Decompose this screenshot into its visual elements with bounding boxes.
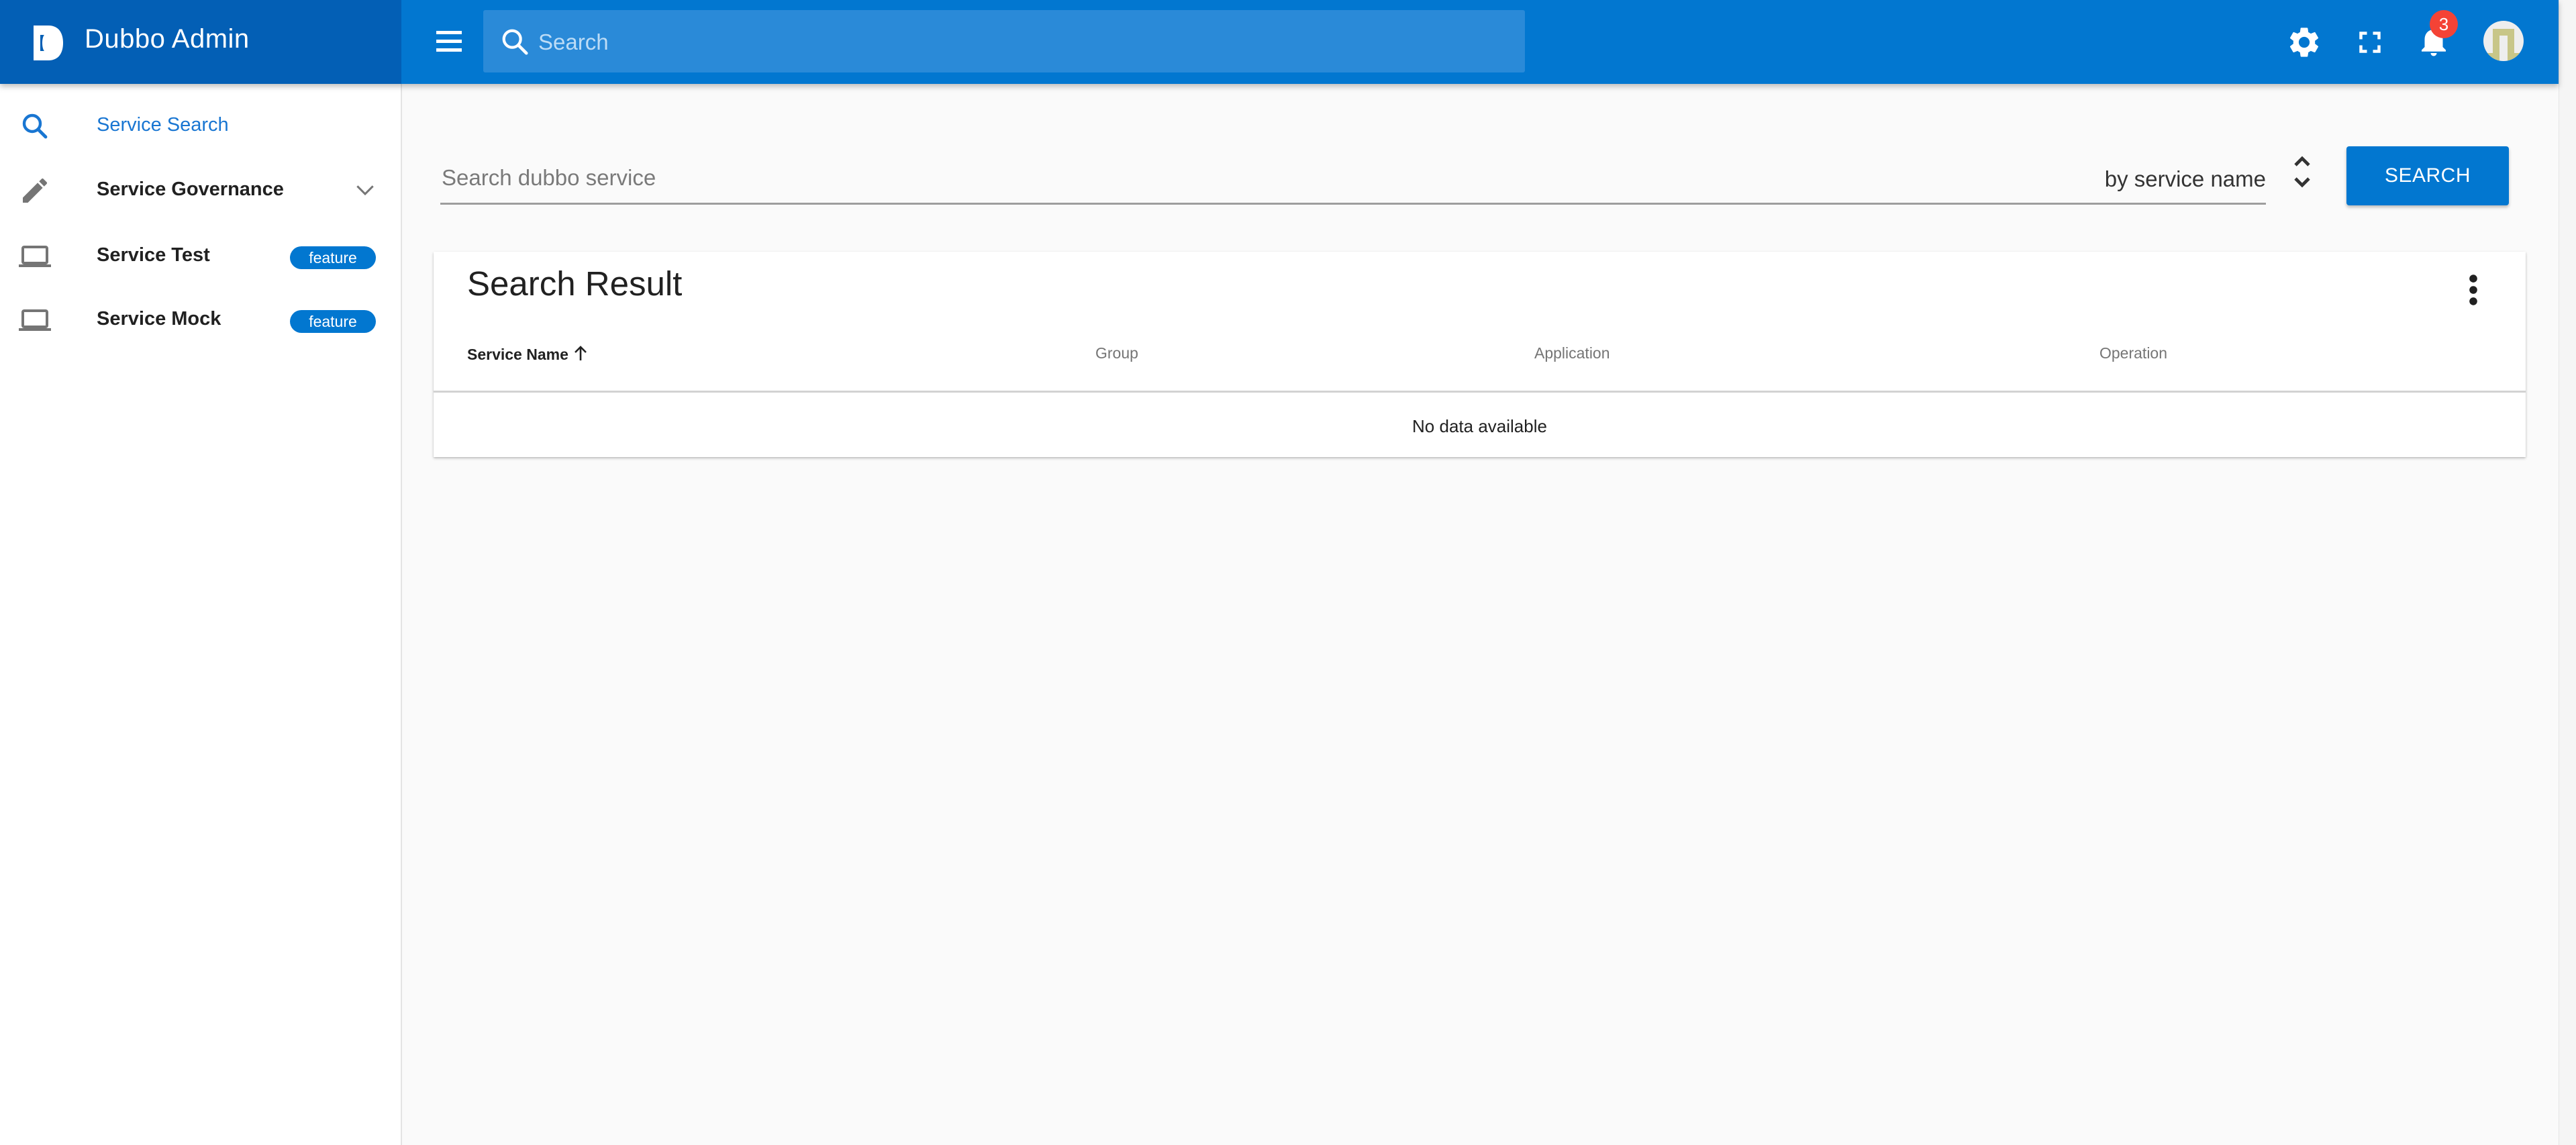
feature-badge: feature [290,246,376,269]
notification-badge: 3 [2430,10,2458,38]
chevron-down-icon [356,185,374,196]
search-button[interactable]: SEARCH [2346,146,2509,205]
sidebar-item-label: Service Test [97,244,210,266]
menu-icon-bar [436,48,462,52]
sidebar-item-label: Service Governance [97,179,284,200]
column-header-label: Service Name [467,346,568,363]
laptop-icon [19,246,51,267]
column-header-service-name[interactable]: Service Name [467,344,589,364]
app-title: Dubbo Admin [85,24,250,54]
header-divider [434,391,2526,393]
sidebar-item-service-search[interactable]: Service Search [0,94,401,158]
sidebar-item-label: Service Mock [97,308,221,330]
fullscreen-icon[interactable] [2352,24,2388,60]
settings-gear-icon[interactable] [2286,24,2322,60]
feature-badge: feature [290,310,376,333]
avatar-image [2487,29,2520,61]
empty-state-text: No data available [1412,416,1547,436]
menu-toggle-button[interactable] [435,27,464,56]
sidebar-item-label: Service Search [97,114,229,136]
dubbo-logo-icon [34,26,63,60]
sidebar-item-service-test[interactable]: Service Test feature [0,224,401,289]
menu-icon-bar [436,40,462,43]
column-header-operation: Operation [2099,344,2168,362]
service-search-input[interactable] [440,153,2054,203]
top-app-bar: Dubbo Admin 3 [0,0,2559,84]
search-icon [22,113,48,139]
sort-ascending-arrow-icon [575,346,587,360]
search-icon [502,29,528,55]
column-header-group[interactable]: Group [1095,344,1138,362]
menu-icon [436,31,462,34]
sidebar: Service Search Service Governance Servic… [0,84,402,1145]
search-by-select[interactable]: by service name [2105,166,2266,192]
global-search-input[interactable] [537,10,1506,74]
service-search-field: by service name [440,153,2266,205]
page-scrollbar[interactable] [2559,0,2576,1145]
global-search [483,10,1525,74]
more-vert-icon[interactable] [2462,270,2485,309]
user-avatar[interactable] [2483,21,2524,61]
pencil-icon [23,178,48,203]
card-title: Search Result [467,264,683,303]
laptop-icon [19,309,51,331]
column-header-application[interactable]: Application [1534,344,1610,362]
search-result-card: Search Result Service Name Group Applica… [434,252,2526,457]
app: Dubbo Admin 3 [0,0,2559,1145]
sidebar-item-service-mock[interactable]: Service Mock feature [0,288,401,352]
brand: Dubbo Admin [0,0,401,84]
sidebar-item-service-governance[interactable]: Service Governance [0,158,401,223]
unfold-arrows-icon[interactable] [2289,153,2316,191]
